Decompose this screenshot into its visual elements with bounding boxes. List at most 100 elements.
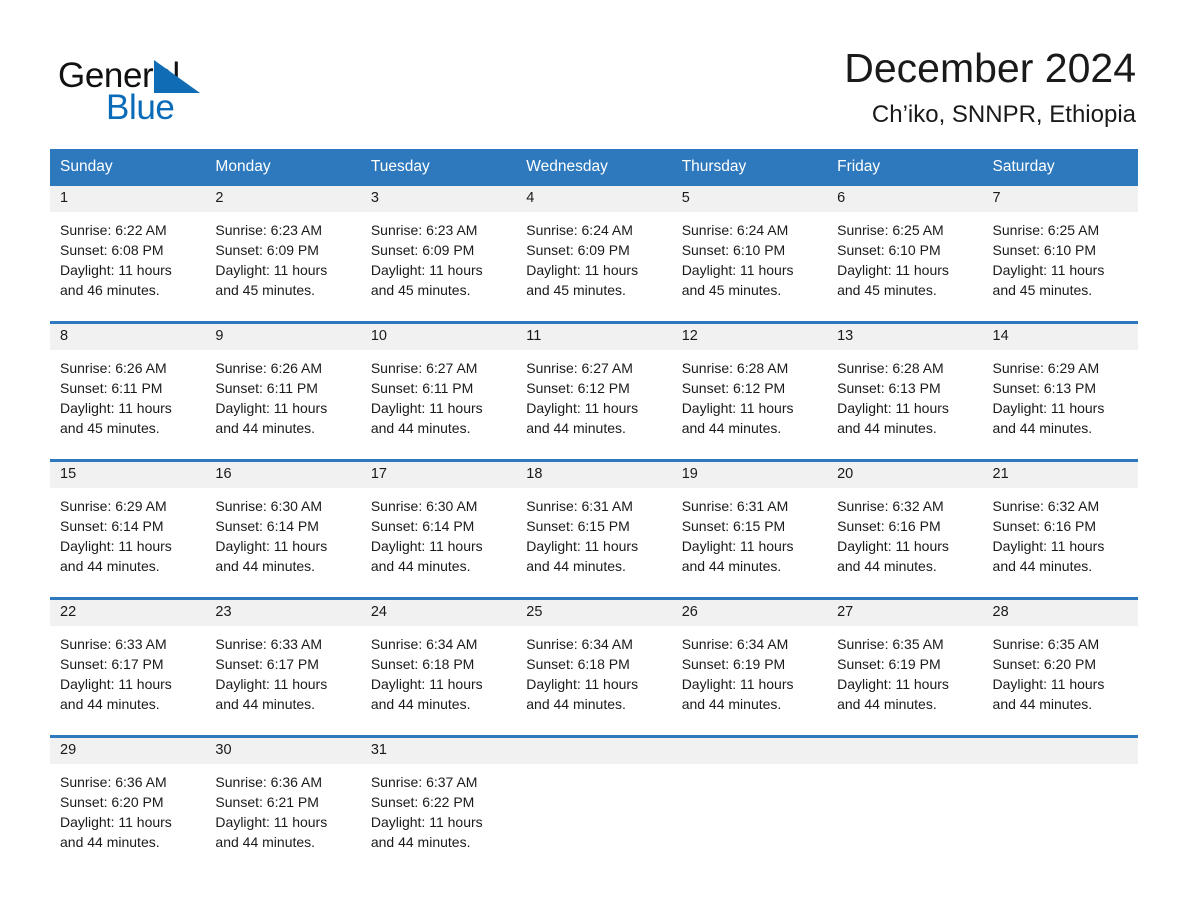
day-cell[interactable]: 17 Sunrise: 6:30 AM Sunset: 6:14 PM Dayligh… — [360, 462, 517, 598]
sunset-text: Sunset: 6:17 PM — [215, 656, 319, 673]
day-cell[interactable]: 18 Sunrise: 6:31 AM Sunset: 6:15 PM Dayligh… — [516, 462, 672, 598]
week-row: 22 Sunrise: 6:33 AM Sunset: 6:17 PM Dayligh… — [50, 597, 1138, 736]
day-cell[interactable]: 3 Sunrise: 6:23 AM Sunset: 6:09 PM Daylight… — [360, 186, 517, 322]
sunset-text: Sunset: 6:18 PM — [526, 656, 630, 673]
daylight-text: Daylight: 11 hours and 44 minutes. — [681, 676, 794, 713]
sunset-text: Sunset: 6:14 PM — [370, 518, 475, 535]
daylight-text: Daylight: 11 hours and 44 minutes. — [60, 538, 172, 575]
sunrise-text: Sunrise: 6:25 AM — [837, 222, 944, 239]
sunset-text: Sunset: 6:17 PM — [60, 656, 164, 673]
general-blue-logo: General Blue — [58, 44, 258, 130]
sunset-text: Sunset: 6:21 PM — [215, 794, 319, 811]
sunset-text: Sunset: 6:18 PM — [370, 656, 475, 673]
day-number: 14 — [982, 324, 1138, 351]
day-cell[interactable]: 5 Sunrise: 6:24 AM Sunset: 6:10 PM Daylight… — [671, 186, 828, 322]
day-details: Sunrise: 6:30 AM Sunset: 6:14 PM Daylight:… — [361, 488, 516, 576]
day-cell[interactable]: 15 Sunrise: 6:29 AM Sunset: 6:14 PM Dayligh… — [50, 462, 206, 598]
sunrise-text: Sunrise: 6:32 AM — [992, 498, 1100, 515]
day-cell[interactable]: 8 Sunrise: 6:26 AM Sunset: 6:11 PM Daylight… — [50, 324, 206, 460]
day-cell[interactable]: 24 Sunrise: 6:34 AM Sunset: 6:18 PM Dayligh… — [360, 600, 517, 736]
day-cell-empty — [982, 738, 1138, 874]
day-number: 16 — [205, 462, 361, 489]
sunrise-text: Sunrise: 6:23 AM — [215, 222, 323, 239]
daylight-text: Daylight: 11 hours and 46 minutes. — [60, 262, 172, 299]
day-cell[interactable]: 7 Sunrise: 6:25 AM Sunset: 6:10 PM Daylight… — [982, 186, 1138, 322]
day-cell[interactable]: 27 Sunrise: 6:35 AM Sunset: 6:19 PM Dayligh… — [827, 600, 983, 736]
day-cell[interactable]: 2 Sunrise: 6:23 AM Sunset: 6:09 PM Daylight… — [205, 186, 361, 322]
day-number: 29 — [50, 738, 206, 765]
day-number: 12 — [671, 324, 828, 351]
day-cell[interactable]: 19 Sunrise: 6:31 AM Sunset: 6:15 PM Dayligh… — [671, 462, 828, 598]
day-cell[interactable]: 22 Sunrise: 6:33 AM Sunset: 6:17 PM Dayligh… — [50, 600, 206, 736]
daylight-text: Daylight: 11 hours and 44 minutes. — [681, 538, 794, 575]
day-cell[interactable]: 21 Sunrise: 6:32 AM Sunset: 6:16 PM Dayligh… — [982, 462, 1138, 598]
day-cell[interactable]: 25 Sunrise: 6:34 AM Sunset: 6:18 PM Dayligh… — [516, 600, 672, 736]
day-number — [516, 738, 672, 765]
sunset-text: Sunset: 6:20 PM — [992, 656, 1097, 673]
sunrise-text: Sunrise: 6:33 AM — [60, 636, 167, 653]
day-number: 4 — [516, 186, 672, 213]
day-details: Sunrise: 6:37 AM Sunset: 6:22 PM Daylight:… — [361, 764, 516, 852]
sunset-text: Sunset: 6:16 PM — [992, 518, 1097, 535]
day-number: 5 — [671, 186, 828, 213]
sunrise-text: Sunrise: 6:31 AM — [681, 498, 789, 515]
sunset-text: Sunset: 6:08 PM — [60, 242, 164, 259]
sunrise-text: Sunrise: 6:30 AM — [370, 498, 478, 515]
day-number: 1 — [50, 186, 206, 213]
sunrise-text: Sunrise: 6:27 AM — [526, 360, 633, 377]
day-details: Sunrise: 6:32 AM Sunset: 6:16 PM Daylight:… — [983, 488, 1138, 576]
day-cell[interactable]: 31 Sunrise: 6:37 AM Sunset: 6:22 PM Dayligh… — [360, 738, 517, 874]
daylight-text: Daylight: 11 hours and 45 minutes. — [992, 262, 1105, 299]
day-details: Sunrise: 6:31 AM Sunset: 6:15 PM Daylight:… — [516, 488, 671, 576]
sunset-text: Sunset: 6:15 PM — [526, 518, 630, 535]
sunrise-text: Sunrise: 6:24 AM — [681, 222, 789, 239]
day-cell[interactable]: 12 Sunrise: 6:28 AM Sunset: 6:12 PM Dayligh… — [671, 324, 828, 460]
day-details: Sunrise: 6:35 AM Sunset: 6:20 PM Daylight:… — [983, 626, 1138, 714]
day-number: 13 — [827, 324, 983, 351]
day-cell[interactable]: 20 Sunrise: 6:32 AM Sunset: 6:16 PM Dayligh… — [827, 462, 983, 598]
sunrise-text: Sunrise: 6:29 AM — [992, 360, 1100, 377]
sunrise-text: Sunrise: 6:35 AM — [992, 636, 1100, 653]
daylight-text: Daylight: 11 hours and 44 minutes. — [370, 814, 483, 851]
daylight-text: Daylight: 11 hours and 45 minutes. — [526, 262, 639, 299]
daylight-text: Daylight: 11 hours and 44 minutes. — [60, 814, 172, 851]
day-number: 15 — [50, 462, 206, 489]
day-cell[interactable]: 1 Sunrise: 6:22 AM Sunset: 6:08 PM Daylight… — [50, 186, 206, 322]
day-details: Sunrise: 6:36 AM Sunset: 6:21 PM Daylight:… — [205, 764, 360, 852]
day-cell[interactable]: 13 Sunrise: 6:28 AM Sunset: 6:13 PM Dayligh… — [827, 324, 983, 460]
day-cell[interactable]: 14 Sunrise: 6:29 AM Sunset: 6:13 PM Dayligh… — [982, 324, 1138, 460]
calendar-grid: Sunday Monday Tuesday Wednesday Thursday… — [50, 149, 1138, 874]
day-number: 20 — [827, 462, 983, 489]
sunset-text: Sunset: 6:15 PM — [681, 518, 786, 535]
day-number: 22 — [50, 600, 206, 627]
day-cell[interactable]: 9 Sunrise: 6:26 AM Sunset: 6:11 PM Daylight… — [205, 324, 361, 460]
day-cell[interactable]: 26 Sunrise: 6:34 AM Sunset: 6:19 PM Dayligh… — [671, 600, 828, 736]
day-number: 28 — [982, 600, 1138, 627]
day-number: 19 — [671, 462, 828, 489]
day-cell[interactable]: 6 Sunrise: 6:25 AM Sunset: 6:10 PM Daylight… — [827, 186, 983, 322]
sunset-text: Sunset: 6:12 PM — [526, 380, 630, 397]
week-row: 8 Sunrise: 6:26 AM Sunset: 6:11 PM Daylight… — [50, 321, 1138, 460]
sunrise-text: Sunrise: 6:35 AM — [837, 636, 944, 653]
day-number: 8 — [50, 324, 206, 351]
day-header-saturday: Saturday — [992, 158, 1055, 175]
day-cell[interactable]: 23 Sunrise: 6:33 AM Sunset: 6:17 PM Dayligh… — [205, 600, 361, 736]
day-cell[interactable]: 28 Sunrise: 6:35 AM Sunset: 6:20 PM Dayligh… — [982, 600, 1138, 736]
day-header-monday: Monday — [215, 158, 271, 175]
sunrise-text: Sunrise: 6:32 AM — [837, 498, 944, 515]
day-cell[interactable]: 29 Sunrise: 6:36 AM Sunset: 6:20 PM Dayligh… — [50, 738, 206, 874]
day-cell[interactable]: 10 Sunrise: 6:27 AM Sunset: 6:11 PM Dayligh… — [360, 324, 517, 460]
day-cell[interactable]: 11 Sunrise: 6:27 AM Sunset: 6:12 PM Dayligh… — [516, 324, 672, 460]
day-number: 25 — [516, 600, 672, 627]
sunrise-text: Sunrise: 6:28 AM — [837, 360, 944, 377]
daylight-text: Daylight: 11 hours and 44 minutes. — [681, 400, 794, 437]
sunset-text: Sunset: 6:14 PM — [215, 518, 319, 535]
day-cell[interactable]: 4 Sunrise: 6:24 AM Sunset: 6:09 PM Daylight… — [516, 186, 672, 322]
day-details: Sunrise: 6:35 AM Sunset: 6:19 PM Daylight:… — [827, 626, 982, 714]
day-cell[interactable]: 16 Sunrise: 6:30 AM Sunset: 6:14 PM Dayligh… — [205, 462, 361, 598]
sunrise-text: Sunrise: 6:34 AM — [526, 636, 633, 653]
day-cell[interactable]: 30 Sunrise: 6:36 AM Sunset: 6:21 PM Dayligh… — [205, 738, 361, 874]
sunset-text: Sunset: 6:22 PM — [370, 794, 475, 811]
day-number: 11 — [516, 324, 672, 351]
day-number — [671, 738, 828, 765]
